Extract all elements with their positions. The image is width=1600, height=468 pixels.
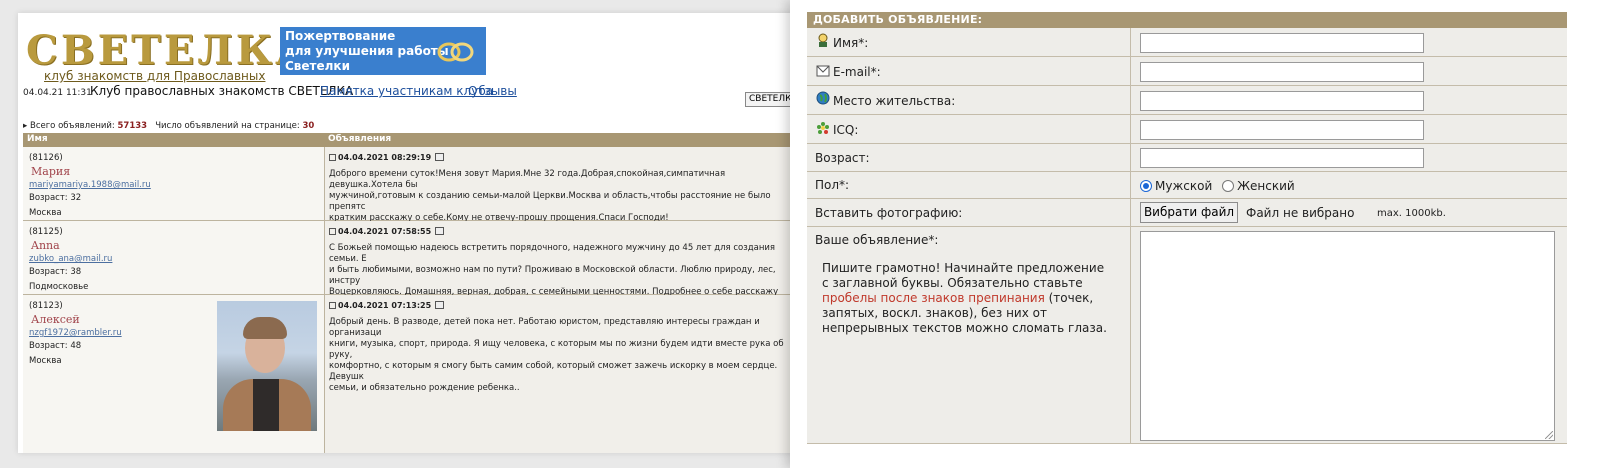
resize-grip-icon[interactable] bbox=[1545, 431, 1553, 439]
globe-icon bbox=[816, 91, 830, 105]
logo-subtitle: клуб знакомств для Православных bbox=[44, 69, 266, 83]
icq-label: ICQ: bbox=[833, 123, 859, 137]
column-ads: Объявления bbox=[328, 134, 392, 144]
donate-banner[interactable]: Пожертвование для улучшения работы Свете… bbox=[280, 27, 486, 75]
ad-email-link[interactable]: zubko_ana@mail.ru bbox=[29, 254, 112, 264]
ad-text: Добрый день. В разводе, детей пока нет. … bbox=[329, 317, 784, 393]
ad-author-cell: (81125) Anna zubko_ana@mail.ru Возраст: … bbox=[23, 221, 325, 294]
ad-meta: 04.04.2021 08:29:19 bbox=[329, 153, 445, 162]
ad-label: Ваше объявление*: bbox=[815, 233, 939, 247]
photo-hair-shape bbox=[243, 317, 287, 339]
ad-row: (81126) Мария mariyamariya.1988@mail.ru … bbox=[23, 147, 793, 223]
column-name: Имя bbox=[27, 134, 48, 144]
ad-id: (81126) bbox=[29, 153, 63, 163]
form-row-email: E-mail*: bbox=[807, 57, 1567, 86]
ad-textarea[interactable] bbox=[1140, 231, 1555, 441]
ad-row: (81123) Алексей nzgf1972@rambler.ru Возр… bbox=[23, 295, 793, 453]
ads-totals: ▸ Всего объявлений: 57133 Число объявлен… bbox=[23, 121, 314, 131]
ad-photo[interactable] bbox=[217, 301, 317, 431]
form-row-ad-text: Ваше объявление*: Пишите грамотно! Начин… bbox=[807, 227, 1567, 444]
ad-age: Возраст: 38 bbox=[29, 267, 82, 277]
name-input[interactable] bbox=[1140, 33, 1424, 53]
gender-female-radio[interactable] bbox=[1222, 180, 1235, 192]
label-cell bbox=[807, 172, 1131, 198]
age-label: Возраст: bbox=[815, 151, 870, 165]
ad-city: Москва bbox=[29, 356, 62, 366]
ad-age: Возраст: 48 bbox=[29, 341, 82, 351]
ad-email-link[interactable]: mariyamariya.1988@mail.ru bbox=[29, 180, 151, 190]
ad-id: (81125) bbox=[29, 227, 63, 237]
form-title: ДОБАВИТЬ ОБЪЯВЛЕНИЕ: bbox=[807, 12, 1567, 28]
icq-flower-icon bbox=[817, 122, 829, 134]
gender-radio-group: Мужской Женский bbox=[1140, 179, 1295, 193]
photo-shirt-shape bbox=[253, 379, 279, 431]
choose-file-button[interactable]: Вибрати файл bbox=[1140, 202, 1238, 223]
site-title: Клуб православных знакомств СВЕТЕЛКА bbox=[90, 84, 354, 98]
ad-name: Anna bbox=[31, 239, 60, 252]
ad-meta: 04.04.2021 07:58:55 bbox=[329, 227, 445, 236]
svetelka-button[interactable]: СВЕТЕЛКА bbox=[745, 92, 793, 107]
message-icon bbox=[329, 154, 336, 161]
ads-list-page: СВЕТЕЛКА клуб знакомств для Православных… bbox=[18, 13, 793, 453]
ad-text: Доброго времени суток!Меня зовут Мария.М… bbox=[329, 169, 771, 223]
ad-datetime: 04.04.2021 07:13:25 bbox=[338, 301, 432, 310]
site-logo[interactable]: СВЕТЕЛКА клуб знакомств для Православных bbox=[26, 27, 311, 84]
form-row-gender: Пол*: Мужской Женский bbox=[807, 172, 1567, 199]
ad-name: Мария bbox=[31, 165, 71, 178]
total-value: 57133 bbox=[117, 121, 148, 131]
gender-male-label: Мужской bbox=[1155, 179, 1213, 193]
message-icon bbox=[329, 228, 336, 235]
reply-icon[interactable] bbox=[435, 153, 445, 161]
email-icon bbox=[816, 65, 830, 77]
form-row-location: Место жительства: bbox=[807, 86, 1567, 115]
hint-text-highlight: пробелы после знаков препинания bbox=[822, 291, 1045, 305]
ad-city: Москва bbox=[29, 208, 62, 218]
wedding-rings-icon bbox=[437, 42, 474, 62]
per-page-label: Число объявлений на странице: bbox=[155, 121, 300, 131]
ads-table-header: Имя Объявления bbox=[23, 133, 793, 147]
ad-datetime: 04.04.2021 08:29:19 bbox=[338, 153, 432, 162]
form-row-name: Имя*: bbox=[807, 28, 1567, 57]
email-label: E-mail*: bbox=[833, 65, 881, 79]
ad-name: Алексей bbox=[31, 313, 80, 326]
ad-age: Возраст: 32 bbox=[29, 193, 82, 203]
reply-icon[interactable] bbox=[435, 227, 445, 235]
gender-female-label: Женский bbox=[1237, 179, 1295, 193]
form-row-age: Возраст: bbox=[807, 144, 1567, 172]
location-label: Место жительства: bbox=[833, 94, 956, 108]
name-label: Имя*: bbox=[833, 36, 869, 50]
icq-input[interactable] bbox=[1140, 120, 1424, 140]
arrow-right-icon: ▸ bbox=[23, 121, 28, 131]
writing-hint: Пишите грамотно! Начинайте предложение с… bbox=[822, 261, 1112, 336]
ad-city: Подмосковье bbox=[29, 282, 89, 292]
gender-male-radio[interactable] bbox=[1140, 180, 1152, 192]
user-icon bbox=[818, 33, 828, 47]
ad-email-link[interactable]: nzgf1972@rambler.ru bbox=[29, 328, 122, 338]
location-input[interactable] bbox=[1140, 91, 1424, 111]
file-max-size: max. 1000kb. bbox=[1377, 208, 1446, 219]
photo-label: Вставить фотографию: bbox=[815, 206, 963, 220]
ad-author-cell: (81126) Мария mariyamariya.1988@mail.ru … bbox=[23, 147, 325, 220]
total-label: Всего объявлений: bbox=[29, 121, 115, 131]
reviews-link[interactable]: Отзывы bbox=[468, 84, 517, 98]
reply-icon[interactable] bbox=[435, 301, 445, 309]
logo-title: СВЕТЕЛКА bbox=[26, 27, 311, 74]
ad-id: (81123) bbox=[29, 301, 63, 311]
form-row-photo: Вставить фотографию: Вибрати файл Файл н… bbox=[807, 199, 1567, 227]
ad-datetime: 04.04.2021 07:58:55 bbox=[338, 227, 432, 236]
age-input[interactable] bbox=[1140, 148, 1424, 168]
add-ad-form: ДОБАВИТЬ ОБЪЯВЛЕНИЕ: Имя*: E-mail*: Мест… bbox=[790, 0, 1600, 468]
file-status: Файл не вибрано bbox=[1246, 206, 1355, 220]
gender-label: Пол*: bbox=[815, 178, 850, 192]
ad-row: (81125) Anna zubko_ana@mail.ru Возраст: … bbox=[23, 221, 793, 308]
ad-author-cell: (81123) Алексей nzgf1972@rambler.ru Возр… bbox=[23, 295, 325, 453]
form-row-icq: ICQ: bbox=[807, 115, 1567, 144]
current-datetime: 04.04.21 11:31 bbox=[23, 88, 92, 98]
hint-text-1: Пишите грамотно! Начинайте предложение с… bbox=[822, 261, 1105, 290]
message-icon bbox=[329, 302, 336, 309]
ad-meta: 04.04.2021 07:13:25 bbox=[329, 301, 445, 310]
email-input[interactable] bbox=[1140, 62, 1424, 82]
per-page-value: 30 bbox=[302, 121, 315, 131]
